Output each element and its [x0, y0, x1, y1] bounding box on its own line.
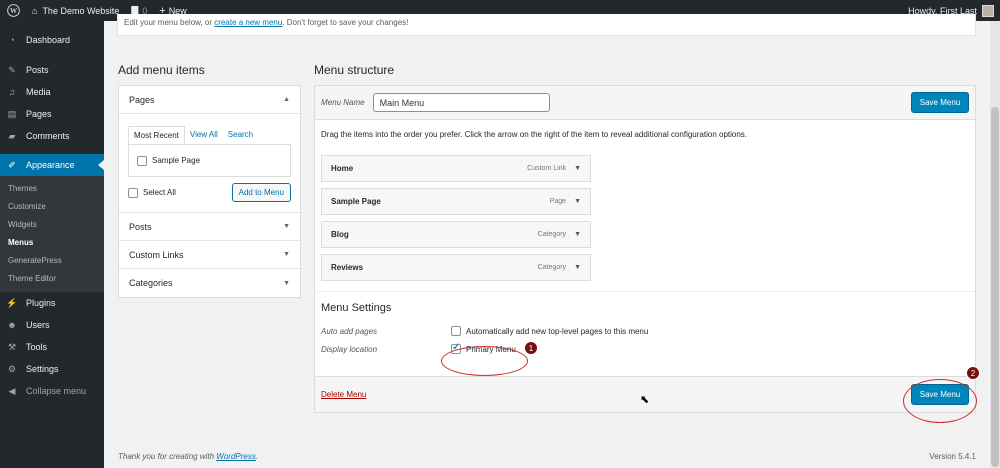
- sidebar-item-settings[interactable]: ⚙ Settings: [0, 358, 104, 380]
- select-all-checkbox[interactable]: [128, 187, 138, 198]
- create-new-menu-link[interactable]: create a new menu: [214, 18, 282, 27]
- settings-icon: ⚙: [7, 363, 17, 374]
- submenu-item-menus[interactable]: Menus: [0, 234, 104, 252]
- sidebar-item-plugins[interactable]: ⚡ Plugins: [0, 292, 104, 314]
- brush-icon: ✐: [8, 159, 16, 170]
- auto-add-pages-label: Auto add pages: [321, 326, 378, 336]
- page-scrollbar[interactable]: [990, 21, 1000, 468]
- auto-add-text: Automatically add new top-level pages to…: [466, 326, 649, 336]
- menu-name-label: Menu Name: [321, 98, 365, 107]
- sidebar-item-tools[interactable]: ⚒ Tools: [0, 336, 104, 358]
- tab-most-recent[interactable]: Most Recent: [128, 126, 185, 144]
- tab-view-all[interactable]: View All: [185, 126, 223, 144]
- select-all-label: Select All: [143, 188, 176, 197]
- chevron-down-icon: ▼: [283, 279, 290, 287]
- appearance-submenu: Themes Customize Widgets Menus GenerateP…: [0, 176, 104, 292]
- admin-footer: Thank you for creating with WordPress. V…: [118, 452, 976, 461]
- accordion-pages-panel: Most Recent View All Search Sample Page …: [119, 114, 300, 213]
- sidebar-item-posts[interactable]: ✎ Posts: [0, 59, 104, 81]
- submenu-item-generatepress[interactable]: GeneratePress: [0, 252, 104, 270]
- manage-menus-notice: Edit your menu below, or create a new me…: [117, 14, 976, 36]
- add-menu-items-accordion: Pages ▲ Most Recent View All Search Samp…: [118, 85, 301, 298]
- submenu-item-customize[interactable]: Customize: [0, 198, 104, 216]
- collapse-menu-button[interactable]: ◀ Collapse menu: [0, 380, 104, 402]
- dashboard-icon: ◔: [9, 35, 15, 45]
- display-location-label: Display location: [321, 344, 378, 354]
- pages-tabs: Most Recent View All Search: [128, 126, 291, 144]
- svg-text:W: W: [9, 7, 17, 15]
- expand-arrow-icon[interactable]: ▼: [574, 165, 581, 172]
- drag-instructions: Drag the items into the order you prefer…: [321, 130, 748, 139]
- sidebar-item-users[interactable]: ☻ Users: [0, 314, 104, 336]
- user-icon: ☻: [7, 320, 17, 330]
- divider: [315, 291, 975, 292]
- expand-arrow-icon[interactable]: ▼: [574, 264, 581, 271]
- sidebar-item-media[interactable]: ♫ Media: [0, 81, 104, 103]
- media-icon: ♫: [8, 87, 16, 97]
- chevron-up-icon: ▲: [283, 96, 290, 103]
- menu-structure-panel: Menu Name Save Menu Drag the items into …: [314, 85, 976, 413]
- sample-page-checkbox[interactable]: [137, 155, 147, 166]
- collapse-icon: ◀: [8, 385, 16, 396]
- expand-arrow-icon[interactable]: ▼: [574, 231, 581, 238]
- home-icon: ⌂: [32, 5, 38, 16]
- accordion-posts-header[interactable]: Posts ▼: [119, 213, 300, 241]
- menu-item-reviews[interactable]: Reviews Category ▼: [321, 254, 591, 281]
- most-recent-panel: Sample Page: [128, 144, 291, 177]
- sidebar-item-dashboard[interactable]: ◔ Dashboard: [0, 29, 104, 51]
- chevron-down-icon: ▼: [283, 251, 290, 258]
- admin-sidebar: ◔ Dashboard ✎ Posts ♫ Media ▤ Pages ▰ Comment…: [0, 21, 104, 468]
- pin-icon: ✎: [8, 64, 16, 75]
- step-badge-2: 2: [966, 366, 980, 380]
- expand-arrow-icon[interactable]: ▼: [574, 198, 581, 205]
- sidebar-item-comments[interactable]: ▰ Comments: [0, 125, 104, 147]
- plugin-icon: ⚡: [6, 297, 18, 308]
- step-badge-1: 1: [524, 341, 538, 355]
- submenu-item-theme-editor[interactable]: Theme Editor: [0, 270, 104, 288]
- menu-item-sample-page[interactable]: Sample Page Page ▼: [321, 188, 591, 215]
- wordpress-logo-icon[interactable]: W: [0, 0, 26, 21]
- menu-item-home[interactable]: Home Custom Link ▼: [321, 155, 591, 182]
- menu-name-input[interactable]: [372, 93, 550, 112]
- delete-menu-link[interactable]: Delete Menu: [321, 390, 366, 399]
- submenu-item-widgets[interactable]: Widgets: [0, 216, 104, 234]
- sidebar-item-appearance[interactable]: ✐ Appearance: [0, 154, 104, 176]
- comment-icon: ▰: [8, 130, 16, 141]
- version-text: Version 5.4.1: [929, 452, 976, 461]
- menu-structure-header: Menu Name Save Menu: [315, 86, 975, 120]
- menu-settings: Menu Settings Auto add pages Automatical…: [315, 302, 975, 358]
- accordion-pages-header[interactable]: Pages ▲: [119, 86, 300, 114]
- tab-search[interactable]: Search: [223, 126, 258, 144]
- menu-structure-title: Menu structure: [314, 63, 395, 77]
- add-menu-items-title: Add menu items: [118, 63, 205, 77]
- submenu-item-themes[interactable]: Themes: [0, 180, 104, 198]
- save-menu-button-top[interactable]: Save Menu: [911, 92, 969, 113]
- page-icon: ▤: [7, 108, 17, 119]
- scrollbar-thumb[interactable]: [991, 107, 999, 467]
- chevron-down-icon: ▼: [283, 223, 290, 230]
- auto-add-checkbox[interactable]: [451, 326, 461, 336]
- wordpress-link[interactable]: WordPress: [216, 452, 256, 461]
- highlight-ellipse-save-menu: [903, 379, 977, 423]
- sample-page-label: Sample Page: [152, 156, 201, 165]
- accordion-categories-header[interactable]: Categories ▼: [119, 269, 300, 297]
- menu-item-blog[interactable]: Blog Category ▼: [321, 221, 591, 248]
- add-to-menu-button[interactable]: Add to Menu: [231, 183, 291, 202]
- highlight-ellipse-primary-menu: [441, 346, 528, 376]
- avatar: [982, 4, 994, 17]
- sidebar-item-pages[interactable]: ▤ Pages: [0, 103, 104, 125]
- mouse-cursor-icon: ⬉: [640, 394, 650, 406]
- accordion-custom-links-header[interactable]: Custom Links ▼: [119, 241, 300, 269]
- footer-thanks: Thank you for creating with WordPress.: [118, 452, 259, 461]
- site-name-link[interactable]: ⌂ The Demo Website: [26, 0, 125, 21]
- wrench-icon: ⚒: [7, 341, 17, 352]
- menu-settings-title: Menu Settings: [321, 302, 392, 314]
